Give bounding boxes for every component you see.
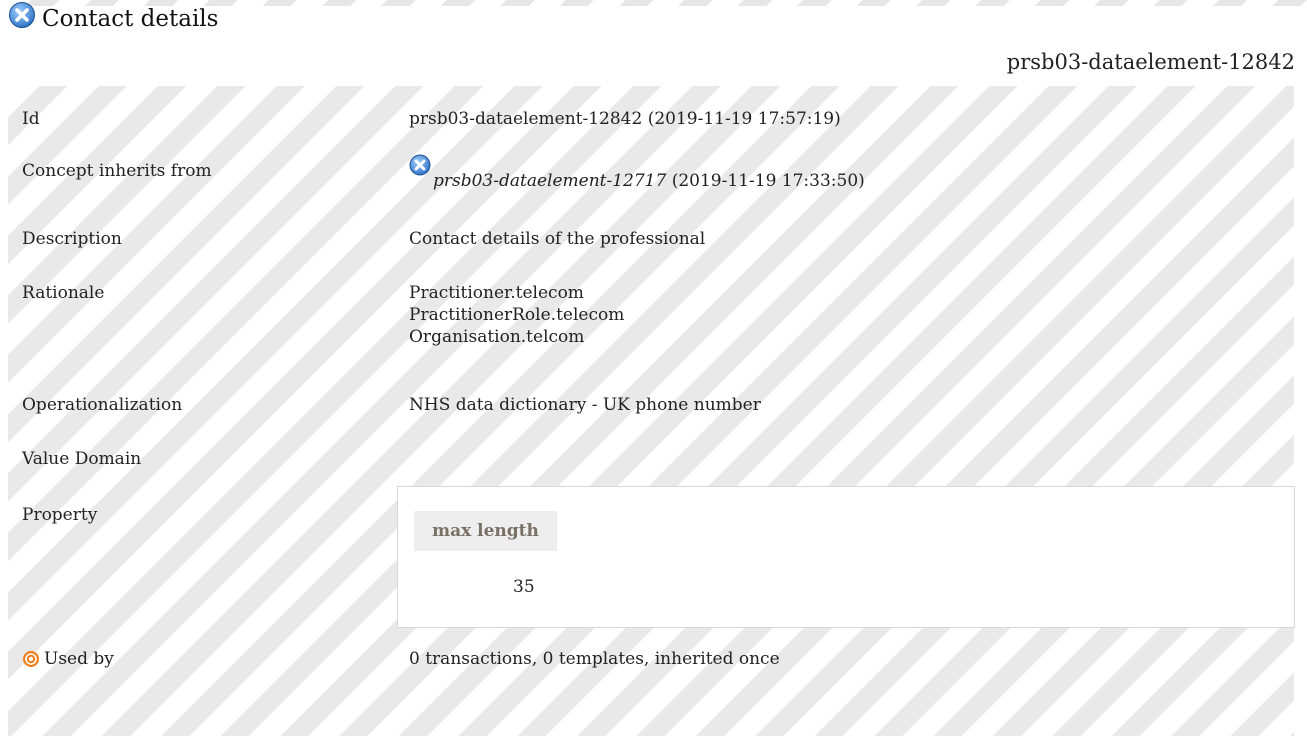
property-table: max length 35	[397, 486, 1295, 628]
page-title: Contact details	[8, 2, 219, 32]
page-title-text: Contact details	[42, 6, 219, 32]
property-cell-value: 35	[513, 577, 535, 597]
description-value: Contact details of the professional	[409, 229, 706, 249]
property-label: Property	[22, 505, 98, 525]
concept-details-panel: Id prsb03-dataelement-12842 (2019-11-19 …	[8, 86, 1295, 736]
description-label: Description	[22, 229, 122, 249]
concept-id-heading: prsb03-dataelement-12842	[1006, 50, 1295, 74]
inherits-from-value: prsb03-dataelement-12717 (2019-11-19 17:…	[409, 154, 865, 192]
x-circle-icon	[409, 154, 431, 176]
rationale-value: Practitioner.telecom PractitionerRole.te…	[409, 282, 624, 348]
rationale-line: PractitionerRole.telecom	[409, 305, 625, 325]
property-column-header: max length	[414, 511, 557, 551]
rationale-line: Practitioner.telecom	[409, 283, 584, 303]
used-by-label[interactable]: Used by	[22, 648, 114, 670]
operationalization-value: NHS data dictionary - UK phone number	[409, 395, 761, 415]
used-by-value: 0 transactions, 0 templates, inherited o…	[409, 649, 780, 669]
value-domain-label: Value Domain	[22, 449, 142, 469]
used-by-label-text: Used by	[44, 649, 114, 669]
x-circle-icon	[9, 2, 35, 28]
inherits-from-label: Concept inherits from	[22, 161, 212, 181]
inherited-concept-link[interactable]: prsb03-dataelement-12717	[433, 171, 666, 191]
operationalization-label: Operationalization	[22, 395, 183, 415]
id-value: prsb03-dataelement-12842 (2019-11-19 17:…	[409, 109, 841, 129]
inherited-concept-date: (2019-11-19 17:33:50)	[666, 171, 865, 191]
rationale-label: Rationale	[22, 283, 105, 303]
id-label: Id	[22, 109, 40, 129]
rationale-line: Organisation.telcom	[409, 327, 585, 347]
target-icon	[23, 651, 39, 667]
